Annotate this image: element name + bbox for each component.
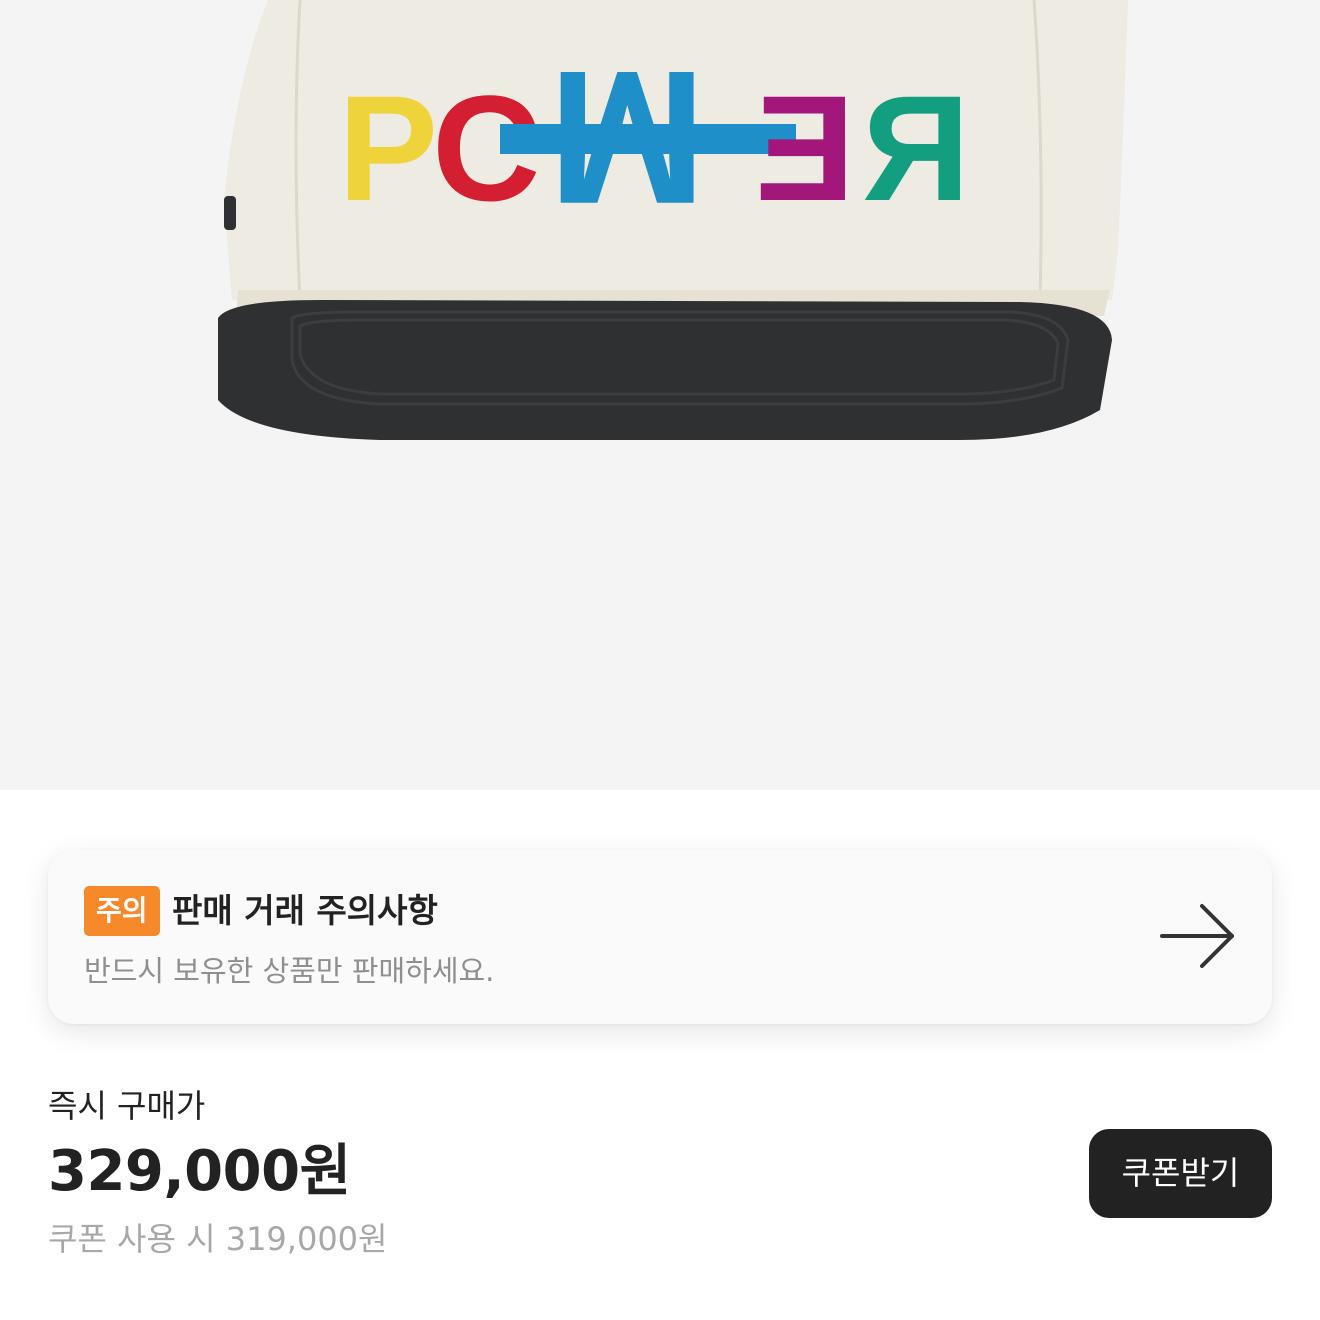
logo-letter-e: E xyxy=(755,64,855,232)
get-coupon-button[interactable]: 쿠폰받기 xyxy=(1089,1129,1272,1218)
product-detail-page: P C M E R 주의 판매 거래 주의사항 반드시 보유한 상품만 판매하세… xyxy=(0,0,1320,1320)
cap-illustration: P C M E R xyxy=(218,0,1128,440)
instant-buy-price: 329,000원 xyxy=(48,1139,351,1204)
caution-badge: 주의 xyxy=(84,886,160,936)
notice-title: 판매 거래 주의사항 xyxy=(172,891,438,930)
coupon-applied-price: 쿠폰 사용 시 319,000원 xyxy=(48,1220,388,1258)
logo-letter-w: M xyxy=(548,31,706,243)
sale-notice-card[interactable]: 주의 판매 거래 주의사항 반드시 보유한 상품만 판매하세요. xyxy=(48,850,1272,1024)
arrow-right-icon[interactable] xyxy=(1160,902,1236,970)
logo-letter-r: R xyxy=(862,64,970,232)
logo-letter-p: P xyxy=(338,64,438,232)
instant-buy-price-label: 즉시 구매가 xyxy=(48,1087,206,1125)
notice-description: 반드시 보유한 상품만 판매하세요. xyxy=(84,954,495,988)
product-image[interactable]: P C M E R xyxy=(0,0,1320,790)
